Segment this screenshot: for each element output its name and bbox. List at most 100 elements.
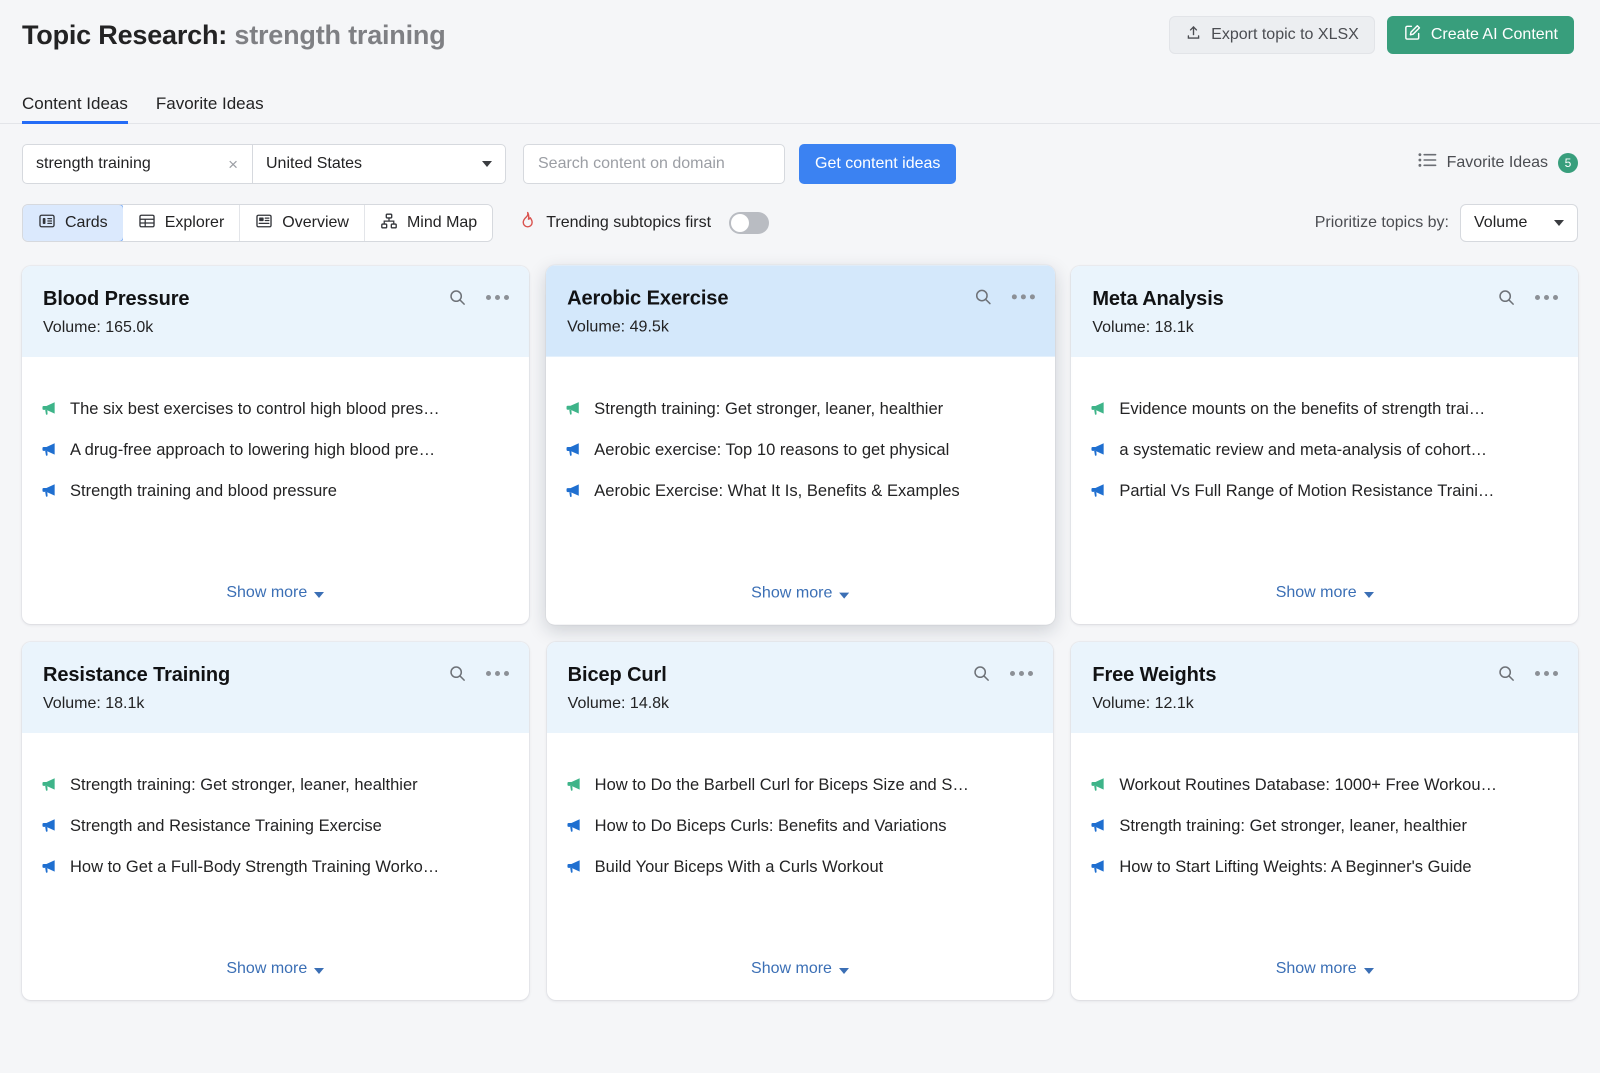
domain-search-input[interactable]: Search content on domain bbox=[523, 144, 785, 184]
chevron-down-icon bbox=[1554, 220, 1564, 226]
topic-card-free-weights[interactable]: Free Weights Volume: 12.1k Workout Routi… bbox=[1071, 642, 1578, 1000]
megaphone-green-icon bbox=[1091, 776, 1108, 799]
topic-card-blood-pressure[interactable]: Blood Pressure Volume: 165.0k The six be… bbox=[22, 266, 529, 624]
show-more-button[interactable]: Show more bbox=[42, 948, 509, 1000]
show-more-button[interactable]: Show more bbox=[42, 572, 509, 624]
show-more-button[interactable]: Show more bbox=[1091, 948, 1558, 1000]
tab-content-ideas[interactable]: Content Ideas bbox=[22, 94, 128, 124]
idea-item-text: Build Your Biceps With a Curls Workout bbox=[595, 856, 884, 878]
more-options-icon[interactable] bbox=[1010, 671, 1033, 676]
view-mode-overview[interactable]: Overview bbox=[240, 205, 365, 241]
prioritize-topics-select[interactable]: Volume bbox=[1460, 204, 1578, 242]
toggle-knob bbox=[731, 214, 749, 232]
trending-subtopics-switch[interactable] bbox=[729, 212, 769, 234]
search-icon[interactable] bbox=[448, 288, 467, 307]
show-more-label: Show more bbox=[226, 960, 307, 978]
idea-item[interactable]: Aerobic Exercise: What It Is, Benefits &… bbox=[566, 480, 1035, 505]
tab-favorite-ideas[interactable]: Favorite Ideas bbox=[156, 94, 264, 124]
idea-item[interactable]: Strength training: Get stronger, leaner,… bbox=[42, 774, 509, 799]
more-options-icon[interactable] bbox=[1535, 671, 1558, 676]
chevron-down-icon bbox=[314, 592, 324, 598]
keyword-input[interactable]: strength training × bbox=[23, 145, 253, 183]
view-mode-cards[interactable]: Cards bbox=[22, 204, 124, 242]
clear-icon[interactable]: × bbox=[226, 156, 240, 173]
search-icon[interactable] bbox=[1497, 288, 1516, 307]
topic-card-body: The six best exercises to control high b… bbox=[22, 357, 529, 624]
export-topic-button[interactable]: Export topic to XLSX bbox=[1169, 16, 1375, 54]
page-title: Topic Research: strength training bbox=[22, 20, 446, 51]
view-mode-explorer[interactable]: Explorer bbox=[123, 205, 241, 241]
megaphone-blue-icon bbox=[1091, 858, 1108, 881]
topic-card-volume: Volume: 49.5k bbox=[567, 318, 1034, 336]
topic-card-title: Aerobic Exercise bbox=[567, 287, 1034, 310]
more-options-icon[interactable] bbox=[486, 671, 509, 676]
topic-card-header: Bicep Curl Volume: 14.8k bbox=[547, 642, 1054, 733]
search-icon[interactable] bbox=[448, 664, 467, 683]
search-icon[interactable] bbox=[973, 287, 992, 306]
topic-card-header: Aerobic Exercise Volume: 49.5k bbox=[546, 265, 1055, 356]
topic-card-title: Meta Analysis bbox=[1092, 288, 1557, 311]
idea-item[interactable]: Build Your Biceps With a Curls Workout bbox=[567, 856, 1034, 881]
prioritize-topics-label: Prioritize topics by: bbox=[1315, 214, 1449, 232]
idea-item-text: Strength and Resistance Training Exercis… bbox=[70, 815, 382, 837]
favorite-ideas-link[interactable]: Favorite Ideas 5 bbox=[1418, 152, 1578, 173]
create-ai-content-button[interactable]: Create AI Content bbox=[1387, 16, 1574, 54]
prioritize-topics-control: Prioritize topics by: Volume bbox=[1315, 204, 1578, 242]
view-row: Cards Explorer bbox=[22, 204, 1578, 242]
show-more-button[interactable]: Show more bbox=[1091, 572, 1558, 624]
page-title-prefix: Topic Research: bbox=[22, 20, 227, 50]
topic-cards-grid: Blood Pressure Volume: 165.0k The six be… bbox=[0, 266, 1600, 1022]
trending-subtopics-toggle-row[interactable]: Trending subtopics first bbox=[519, 211, 769, 235]
show-more-button[interactable]: Show more bbox=[566, 573, 1035, 625]
topic-card-resistance-training[interactable]: Resistance Training Volume: 18.1k Streng… bbox=[22, 642, 529, 1000]
search-row: strength training × United States Search… bbox=[22, 144, 1578, 184]
idea-item[interactable]: a systematic review and meta-analysis of… bbox=[1091, 439, 1558, 464]
view-mode-explorer-label: Explorer bbox=[165, 214, 225, 232]
top-bar-actions: Export topic to XLSX Create AI Content bbox=[1169, 16, 1574, 54]
topic-card-body: Workout Routines Database: 1000+ Free Wo… bbox=[1071, 733, 1578, 1000]
idea-item[interactable]: Evidence mounts on the benefits of stren… bbox=[1091, 398, 1558, 423]
idea-item[interactable]: How to Do Biceps Curls: Benefits and Var… bbox=[567, 815, 1034, 840]
idea-item-text: Aerobic Exercise: What It Is, Benefits &… bbox=[594, 480, 960, 502]
idea-item-text: A drug-free approach to lowering high bl… bbox=[70, 439, 435, 461]
search-icon[interactable] bbox=[972, 664, 991, 683]
idea-item[interactable]: Strength training and blood pressure bbox=[42, 480, 509, 505]
view-mode-switcher: Cards Explorer bbox=[22, 204, 493, 242]
megaphone-green-icon bbox=[42, 776, 59, 799]
idea-item[interactable]: Aerobic exercise: Top 10 reasons to get … bbox=[566, 439, 1035, 464]
flame-icon bbox=[519, 211, 536, 235]
idea-item[interactable]: Partial Vs Full Range of Motion Resistan… bbox=[1091, 480, 1558, 505]
idea-item[interactable]: Strength training: Get stronger, leaner,… bbox=[566, 398, 1035, 423]
database-select[interactable]: United States bbox=[253, 145, 505, 183]
domain-search-placeholder: Search content on domain bbox=[538, 155, 725, 173]
keyword-and-database-group: strength training × United States bbox=[22, 144, 506, 184]
show-more-button[interactable]: Show more bbox=[567, 948, 1034, 1000]
idea-item[interactable]: How to Get a Full-Body Strength Training… bbox=[42, 856, 509, 881]
idea-item[interactable]: Workout Routines Database: 1000+ Free Wo… bbox=[1091, 774, 1558, 799]
idea-item[interactable]: Strength training: Get stronger, leaner,… bbox=[1091, 815, 1558, 840]
topic-card-bicep-curl[interactable]: Bicep Curl Volume: 14.8k How to Do the B… bbox=[547, 642, 1054, 1000]
idea-list: Strength training: Get stronger, leaner,… bbox=[42, 774, 509, 897]
more-options-icon[interactable] bbox=[486, 295, 509, 300]
idea-item[interactable]: How to Do the Barbell Curl for Biceps Si… bbox=[567, 774, 1034, 799]
topic-card-meta-analysis[interactable]: Meta Analysis Volume: 18.1k Evidence mou… bbox=[1071, 266, 1578, 624]
idea-item[interactable]: How to Start Lifting Weights: A Beginner… bbox=[1091, 856, 1558, 881]
topic-card-actions bbox=[448, 288, 509, 307]
search-icon[interactable] bbox=[1497, 664, 1516, 683]
idea-item-text: The six best exercises to control high b… bbox=[70, 398, 440, 420]
get-content-ideas-button[interactable]: Get content ideas bbox=[799, 144, 956, 184]
more-options-icon[interactable] bbox=[1011, 294, 1034, 299]
idea-item[interactable]: Strength and Resistance Training Exercis… bbox=[42, 815, 509, 840]
chevron-down-icon bbox=[1364, 968, 1374, 974]
topic-card-title: Blood Pressure bbox=[43, 288, 508, 311]
show-more-label: Show more bbox=[751, 585, 832, 603]
more-options-icon[interactable] bbox=[1535, 295, 1558, 300]
view-mode-mind-map[interactable]: Mind Map bbox=[365, 205, 492, 241]
idea-item-text: How to Do Biceps Curls: Benefits and Var… bbox=[595, 815, 947, 837]
idea-item[interactable]: A drug-free approach to lowering high bl… bbox=[42, 439, 509, 464]
topic-card-aerobic-exercise[interactable]: Aerobic Exercise Volume: 49.5k Strength … bbox=[546, 265, 1055, 624]
export-topic-label: Export topic to XLSX bbox=[1211, 26, 1359, 44]
topic-card-body: How to Do the Barbell Curl for Biceps Si… bbox=[547, 733, 1054, 1000]
idea-item[interactable]: The six best exercises to control high b… bbox=[42, 398, 509, 423]
cards-icon bbox=[38, 212, 56, 235]
